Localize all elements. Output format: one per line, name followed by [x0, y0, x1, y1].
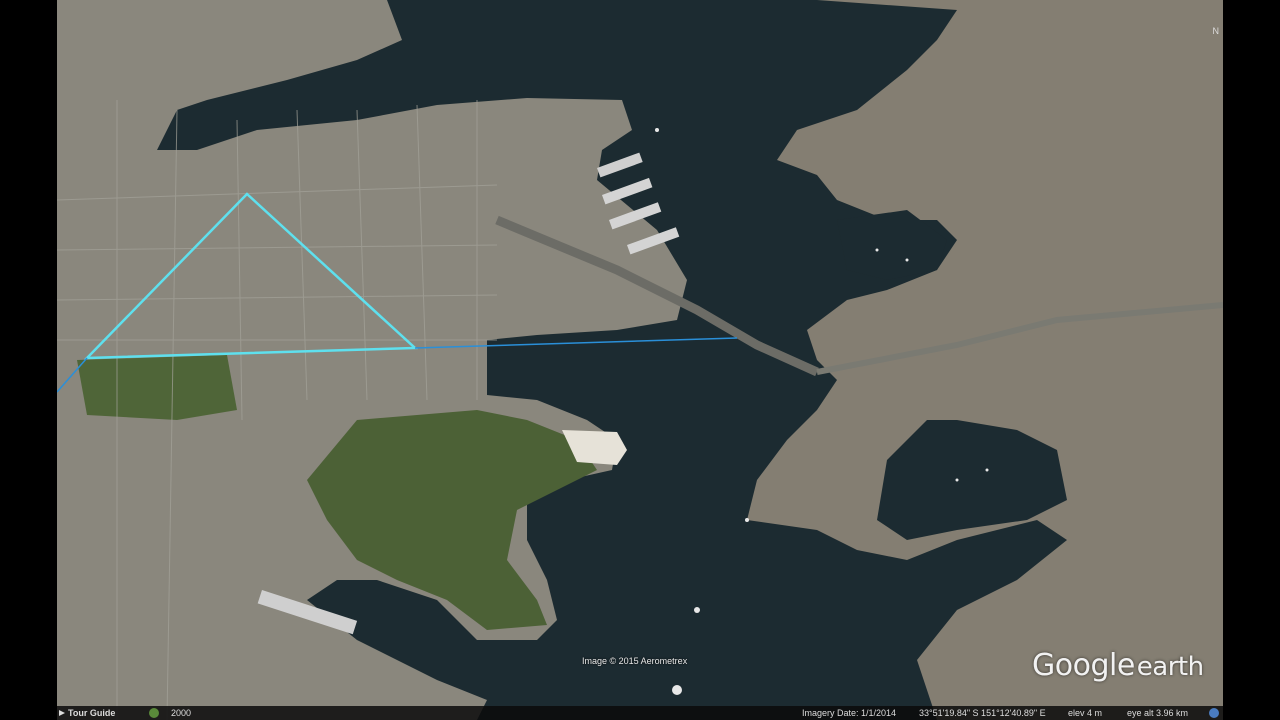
tour-guide-label: Tour Guide [68, 708, 116, 718]
imagery-copyright: Image © 2015 Aerometrex [582, 656, 688, 666]
logo-sub: earth [1136, 652, 1204, 682]
tour-guide-button[interactable]: Tour Guide [59, 706, 115, 720]
cursor-coordinates: 33°51'19.84" S 151°12'40.89" E [919, 708, 1046, 718]
tour-play-icon [59, 710, 65, 716]
elevation: elev 4 m [1068, 708, 1103, 718]
satellite-map[interactable] [57, 0, 1223, 720]
map-viewport[interactable]: Image © 2015 Aerometrex Googleearth N To… [57, 0, 1223, 720]
hyde-park [77, 355, 237, 420]
globe-icon[interactable] [1209, 708, 1219, 718]
logo-main: Google [1032, 648, 1135, 683]
eye-altitude: eye alt 3.96 km [1127, 708, 1189, 718]
north-compass-icon[interactable]: N [1213, 26, 1220, 36]
status-bar: Tour Guide 2000 Imagery Date: 1/1/2014 3… [57, 706, 1223, 720]
google-earth-logo: Googleearth [1032, 648, 1204, 683]
historical-year[interactable]: 2000 [171, 706, 191, 720]
imagery-date: Imagery Date: 1/1/2014 [802, 708, 897, 718]
clock-history-icon[interactable] [149, 708, 159, 718]
